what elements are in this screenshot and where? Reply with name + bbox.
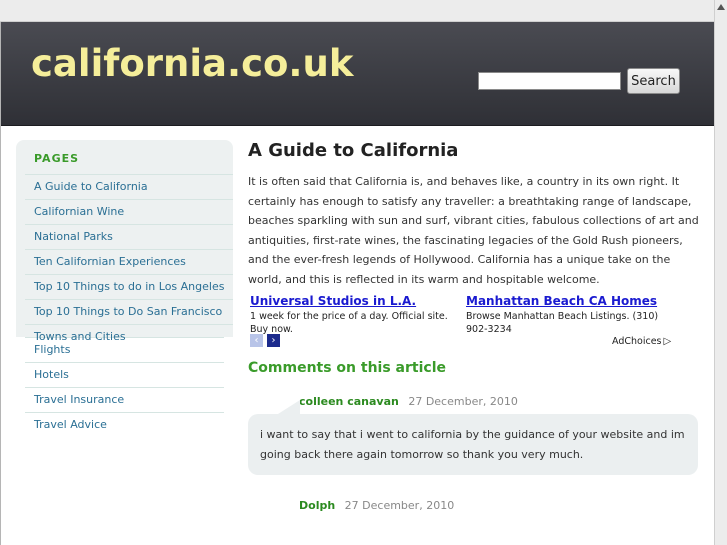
sidebar-item-top-10-san-francisco[interactable]: Top 10 Things to Do San Francisco xyxy=(25,299,233,324)
ad-unit: Manhattan Beach CA Homes Browse Manhatta… xyxy=(466,294,676,336)
comment-meta: colleen canavan 27 December, 2010 xyxy=(299,395,703,408)
web-page: california.co.uk Search PAGES A Guide to… xyxy=(0,22,714,545)
comment-date: 27 December, 2010 xyxy=(408,395,518,408)
ad-title-link[interactable]: Manhattan Beach CA Homes xyxy=(466,294,676,308)
main-content: A Guide to California It is often said t… xyxy=(248,140,703,512)
comment-author: colleen canavan xyxy=(299,395,399,408)
search-input[interactable] xyxy=(478,72,621,90)
article-title: A Guide to California xyxy=(248,140,459,161)
ad-unit: Universal Studios in L.A. 1 week for the… xyxy=(250,294,460,336)
sidebar-item-ten-experiences[interactable]: Ten Californian Experiences xyxy=(25,249,233,274)
adchoices-label: AdChoices xyxy=(612,336,662,347)
comment-bubble: i want to say that i went to california … xyxy=(248,400,698,475)
sidebar-pages-box: PAGES A Guide to California Californian … xyxy=(16,140,233,343)
site-header: california.co.uk Search xyxy=(1,22,714,126)
ad-block: Universal Studios in L.A. 1 week for the… xyxy=(248,294,703,350)
site-logo[interactable]: california.co.uk xyxy=(31,42,353,85)
sidebar: PAGES A Guide to California Californian … xyxy=(16,140,233,437)
comment: colleen canavan 27 December, 2010 i want… xyxy=(248,395,703,475)
ad-text: Browse Manhattan Beach Listings. (310) 9… xyxy=(466,311,659,335)
comment-date: 27 December, 2010 xyxy=(344,499,455,512)
ad-next-arrow-icon[interactable]: › xyxy=(267,334,280,347)
sidebar-item-national-parks[interactable]: National Parks xyxy=(25,224,233,249)
comment-meta: Dolph 27 December, 2010 xyxy=(299,499,703,512)
sidebar-item-travel-advice[interactable]: Travel Advice xyxy=(25,412,224,437)
ad-prev-arrow-icon[interactable]: ‹ xyxy=(250,334,263,347)
comment-text: i want to say that i went to california … xyxy=(260,428,685,461)
ad-title-link[interactable]: Universal Studios in L.A. xyxy=(250,294,460,308)
sidebar-item-hotels[interactable]: Hotels xyxy=(25,362,224,387)
adchoices-link[interactable]: AdChoices ▷ xyxy=(612,336,671,347)
sidebar-item-guide-to-california[interactable]: A Guide to California xyxy=(25,174,233,199)
sidebar-item-top-10-los-angeles[interactable]: Top 10 Things to do in Los Angeles xyxy=(25,274,233,299)
adchoices-icon: ▷ xyxy=(663,336,672,347)
comments-heading: Comments on this article xyxy=(248,360,446,376)
sidebar-item-travel-insurance[interactable]: Travel Insurance xyxy=(25,387,224,412)
ad-text: 1 week for the price of a day. Official … xyxy=(250,311,448,335)
search-button[interactable]: Search xyxy=(627,68,680,94)
sidebar-item-californian-wine[interactable]: Californian Wine xyxy=(25,199,233,224)
comment: Dolph 27 December, 2010 xyxy=(248,499,703,512)
pages-heading: PAGES xyxy=(34,152,80,165)
browser-viewport: california.co.uk Search PAGES A Guide to… xyxy=(0,0,727,545)
browser-top-strip xyxy=(0,0,727,22)
vertical-scrollbar[interactable] xyxy=(714,0,727,545)
comment-author: Dolph xyxy=(299,499,336,512)
scroll-up-arrow-icon[interactable] xyxy=(717,4,725,10)
article-body: It is often said that California is, and… xyxy=(248,175,699,286)
sidebar-extra-links: Flights Hotels Travel Insurance Travel A… xyxy=(16,337,233,437)
bubble-tail xyxy=(278,400,300,414)
